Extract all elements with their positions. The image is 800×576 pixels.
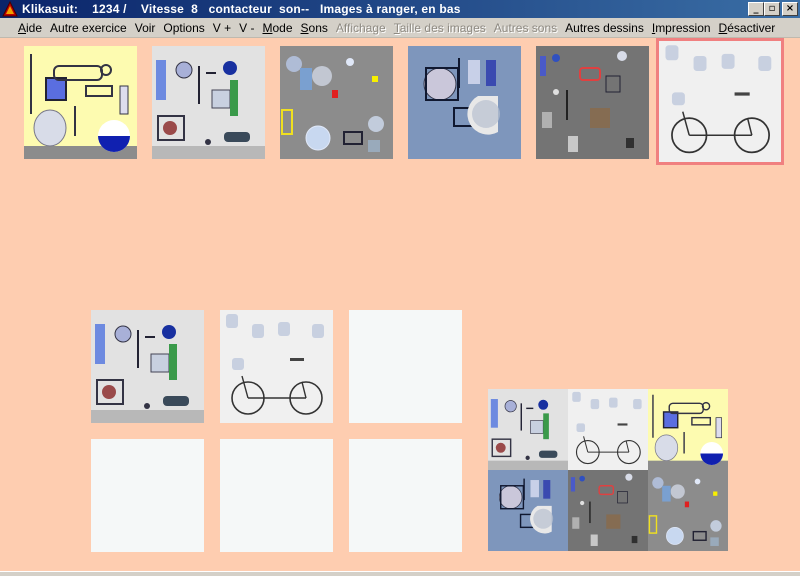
menu-desactiver-label: ésactiver — [727, 20, 776, 35]
model-cell-5 — [568, 470, 648, 551]
thumbnail-dark-grey-shapes[interactable] — [536, 46, 649, 159]
menu-aide-label: ide — [26, 20, 43, 35]
menu-aide[interactable]: Aide — [0, 21, 46, 35]
model-preview — [488, 389, 729, 551]
menu-desactiver-accel: D — [718, 20, 728, 35]
menu-mode-accel: M — [262, 20, 273, 35]
menu-desactiver[interactable]: Désactiver — [715, 21, 780, 35]
menu-autres-dessins[interactable]: Autres dessins — [561, 21, 648, 35]
menu-taille-label: aille des images — [399, 20, 486, 35]
model-cell-2 — [568, 389, 648, 470]
thumbnail-grey-shapes[interactable] — [152, 46, 265, 159]
thumbnail-yellow-shapes[interactable] — [24, 46, 137, 159]
title-bar[interactable]: Klikasuit: 1234 / Vitesse 8 contacteur s… — [0, 0, 800, 18]
answer-slot-2[interactable] — [220, 310, 333, 423]
menu-options[interactable]: Options — [159, 21, 208, 35]
answer-slot-5[interactable] — [220, 439, 333, 552]
model-cell-3 — [648, 389, 728, 470]
model-cell-6 — [648, 470, 728, 551]
thumbnail-bicycle-selected[interactable] — [656, 38, 784, 165]
model-cell-1 — [488, 389, 568, 470]
menu-autres-sons[interactable]: Autres sons — [490, 21, 561, 35]
app-icon[interactable] — [2, 1, 18, 17]
thumbnail-bubbles[interactable] — [280, 46, 393, 159]
menu-v-plus[interactable]: V + — [209, 21, 235, 35]
status-strip — [0, 571, 800, 576]
menu-taille-des-images[interactable]: Taille des images — [390, 21, 490, 35]
menu-impression-label: mpression — [655, 20, 711, 35]
menu-bar: Aide Autre exercice Voir Options V + V -… — [0, 18, 800, 38]
close-button[interactable]: × — [782, 2, 798, 16]
window-title: Klikasuit: 1234 / Vitesse 8 contacteur s… — [22, 2, 461, 16]
menu-voir[interactable]: Voir — [131, 21, 160, 35]
menu-mode[interactable]: Mode — [258, 21, 296, 35]
model-cell-4 — [488, 470, 568, 551]
menu-affichage[interactable]: Affichage — [332, 21, 390, 35]
answer-slot-4[interactable] — [91, 439, 204, 552]
menu-v-minus[interactable]: V - — [235, 21, 258, 35]
menu-sons-label: ons — [308, 20, 328, 35]
menu-impression[interactable]: Impression — [648, 21, 715, 35]
answer-slot-1[interactable] — [91, 310, 204, 423]
answer-slot-6[interactable] — [349, 439, 462, 552]
menu-aide-accel: A — [18, 20, 27, 35]
maximize-button[interactable]: ▫ — [764, 2, 780, 16]
minimize-button[interactable]: _ — [748, 2, 764, 16]
menu-mode-label: ode — [272, 20, 293, 35]
thumbnail-blue-shapes[interactable] — [408, 46, 521, 159]
menu-autre-exercice[interactable]: Autre exercice — [46, 21, 131, 35]
menu-sons-accel: S — [300, 20, 309, 35]
menu-sons[interactable]: Sons — [297, 21, 332, 35]
answer-slot-3[interactable] — [349, 310, 462, 423]
